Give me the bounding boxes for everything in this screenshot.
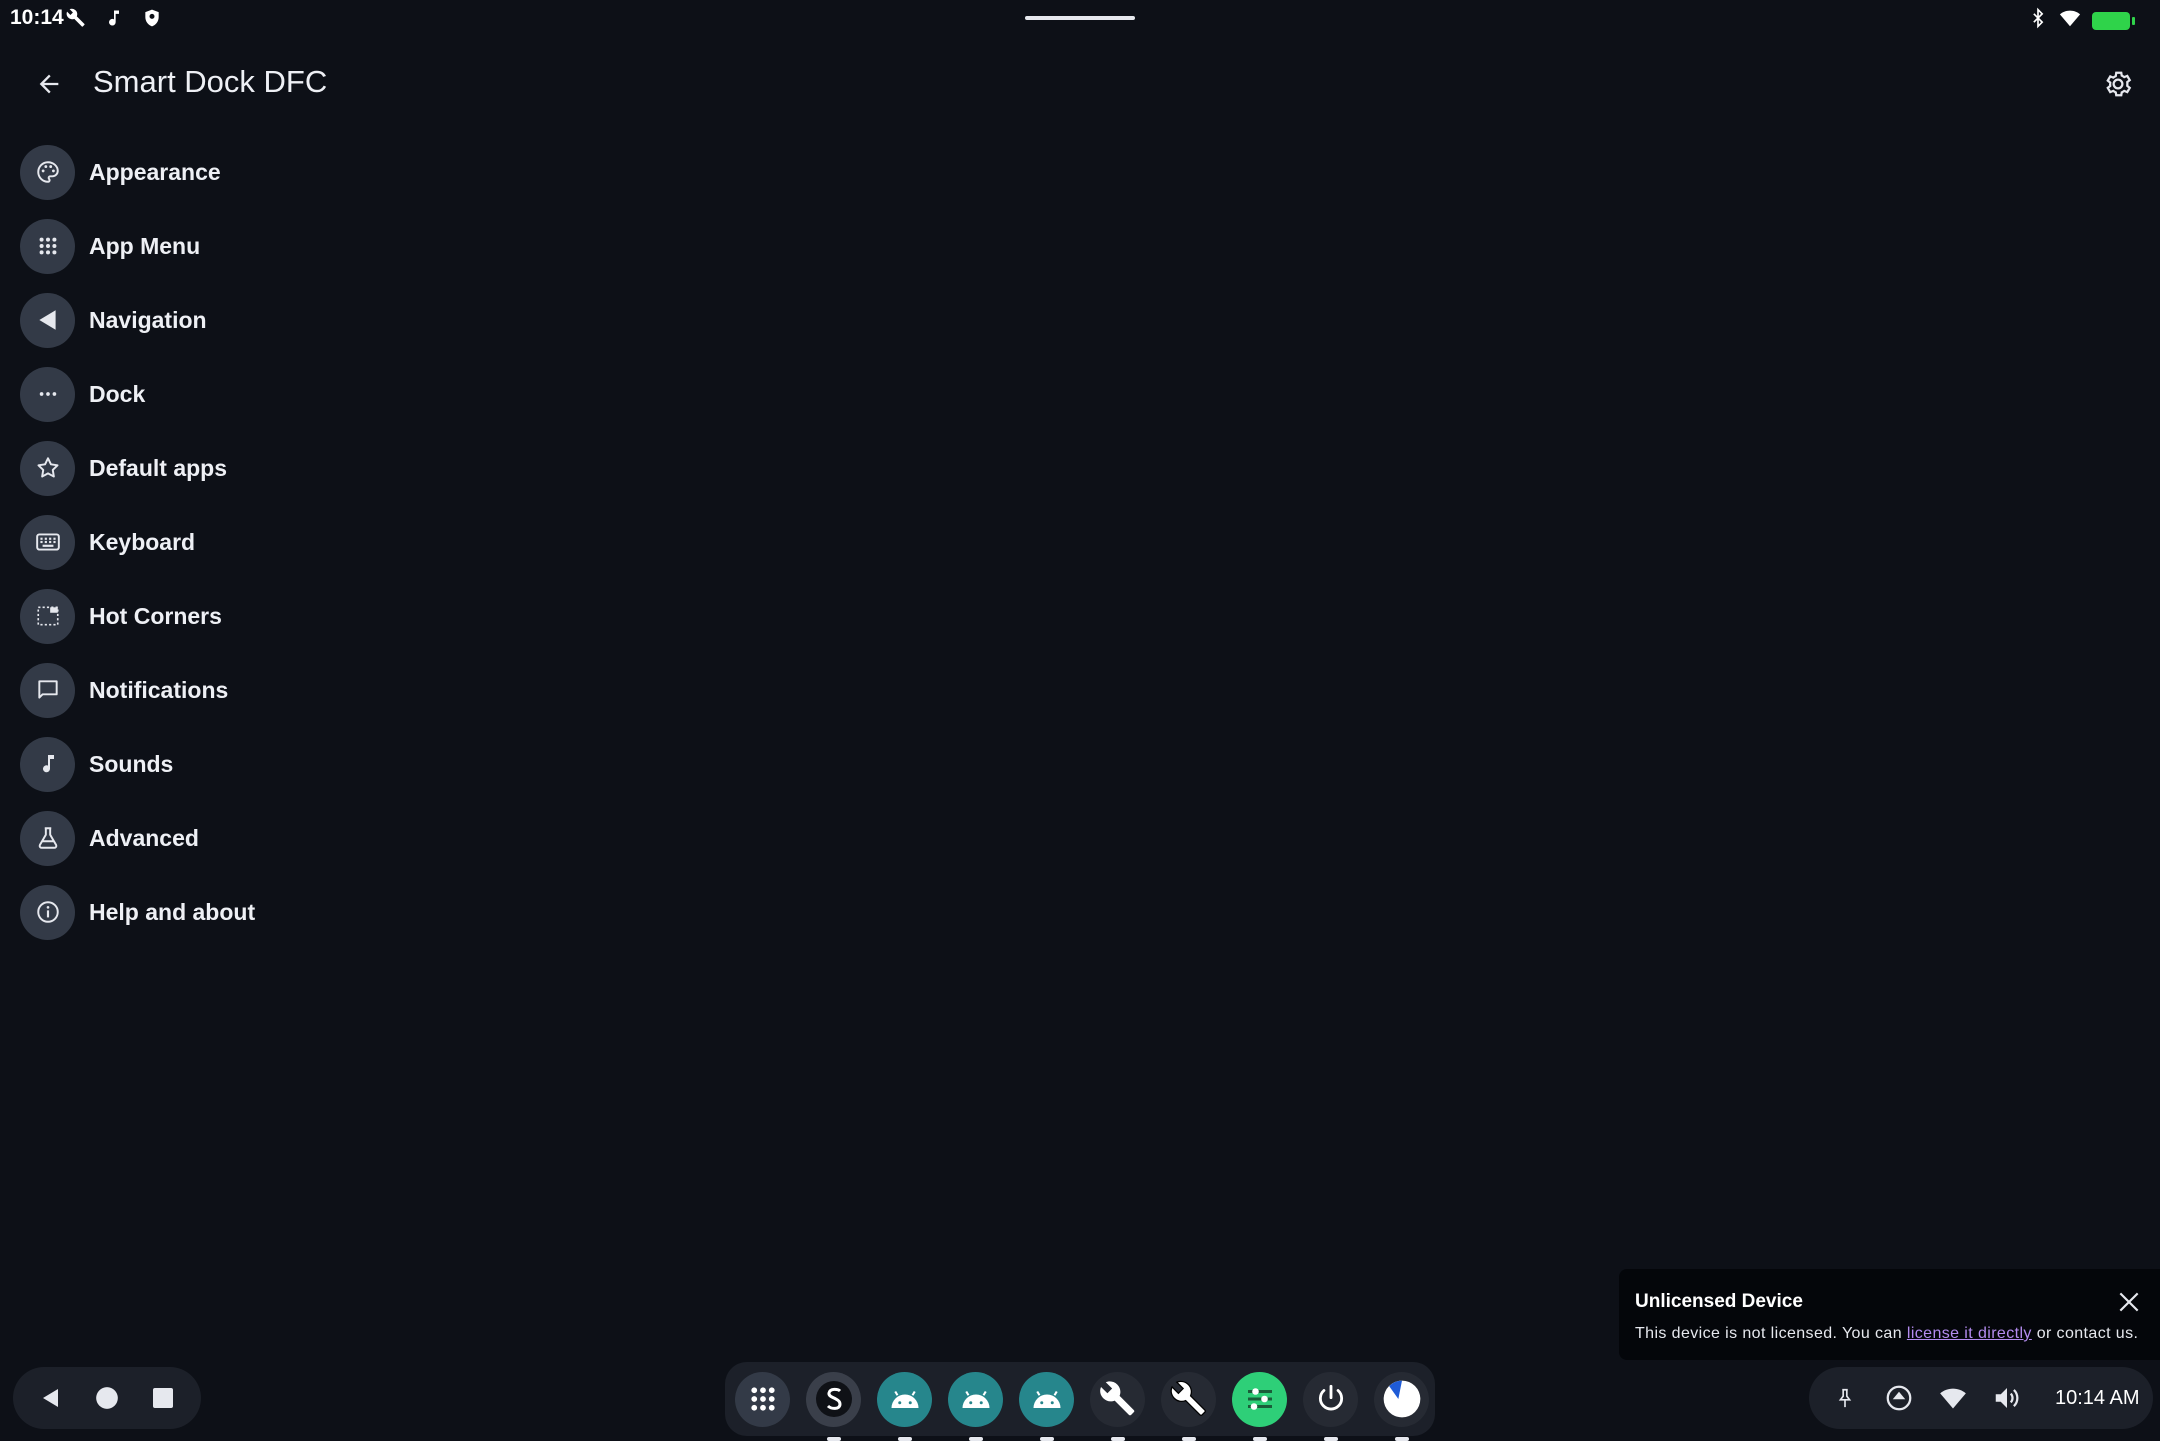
close-icon [2119, 1292, 2139, 1312]
music-note-icon [20, 736, 75, 792]
dock [725, 1362, 1435, 1441]
page-title: Smart Dock DFC [93, 64, 328, 99]
gear-icon [2106, 71, 2132, 97]
dock-app-tools-2[interactable] [1161, 1371, 1216, 1441]
navigation-icon [20, 292, 75, 348]
menu-item-hot-corners[interactable]: Hot Corners [20, 579, 255, 653]
dock-app-settings[interactable] [1232, 1371, 1287, 1441]
sliders-icon [1247, 1388, 1272, 1410]
wifi-icon [1940, 1388, 1966, 1409]
app-bar: Smart Dock DFC [0, 50, 2160, 116]
nav-back-button[interactable] [31, 1378, 71, 1418]
menu-item-notifications[interactable]: Notifications [20, 653, 255, 727]
status-bar: 10:14 [0, 0, 2160, 38]
status-right-icons [2028, 7, 2135, 34]
unlicensed-toast: Unlicensed Device This device is not lic… [1619, 1269, 2160, 1360]
power-icon [1318, 1384, 1343, 1411]
apps-grid-icon [20, 218, 75, 274]
menu-label: Dock [89, 380, 146, 407]
dock-app-android-3[interactable] [1019, 1371, 1074, 1441]
menu-item-dock[interactable]: Dock [20, 357, 255, 431]
menu-item-navigation[interactable]: Navigation [20, 283, 255, 357]
menu-item-default-apps[interactable]: Default apps [20, 431, 255, 505]
toast-title: Unlicensed Device [1635, 1291, 1803, 1312]
dock-app-smart-dock[interactable] [806, 1371, 861, 1441]
menu-item-advanced[interactable]: Advanced [20, 801, 255, 875]
system-tray: 10:14 AM [1809, 1367, 2153, 1429]
nav-home-button[interactable] [87, 1378, 127, 1418]
menu-item-sounds[interactable]: Sounds [20, 727, 255, 801]
menu-label: Keyboard [89, 528, 196, 555]
message-icon [20, 662, 75, 718]
eject-button[interactable] [1879, 1378, 1919, 1418]
dock-app-android-1[interactable] [877, 1371, 932, 1441]
apps-grid-icon [750, 1387, 775, 1411]
volume-icon [1995, 1388, 2019, 1408]
android-icon [962, 1390, 989, 1408]
pin-icon [1838, 1388, 1852, 1408]
wifi-button[interactable] [1933, 1378, 1973, 1418]
arrow-left-icon [39, 74, 59, 94]
square-recents-icon [153, 1388, 173, 1408]
nav-recents-button[interactable] [143, 1378, 183, 1418]
dock-app-drawer[interactable] [735, 1371, 790, 1427]
palette-icon [20, 144, 75, 200]
dock-app-browser[interactable] [1374, 1371, 1429, 1441]
menu-label: Navigation [89, 306, 207, 333]
s-logo-icon [815, 1381, 852, 1417]
menu-item-help-and-about[interactable]: Help and about [20, 875, 255, 949]
drag-handle[interactable] [1025, 16, 1135, 20]
wrench-icon [64, 6, 88, 30]
bluetooth-icon [2028, 7, 2048, 34]
volume-button[interactable] [1987, 1378, 2027, 1418]
settings-menu: Appearance App Menu Navigation Dock Defa… [20, 135, 255, 949]
toast-message-suffix: or contact us. [2031, 1325, 2139, 1342]
dock-app-android-2[interactable] [948, 1371, 1003, 1441]
shield-icon [140, 6, 164, 30]
menu-label: Advanced [89, 824, 199, 851]
more-horizontal-icon [20, 366, 75, 422]
star-icon [20, 440, 75, 496]
music-note-icon [102, 6, 126, 30]
browser-logo-icon [1383, 1380, 1420, 1418]
menu-label: Appearance [89, 158, 221, 185]
circle-up-icon [1886, 1385, 1912, 1411]
menu-label: Sounds [89, 750, 174, 777]
menu-label: Help and about [89, 898, 256, 925]
menu-item-appearance[interactable]: Appearance [20, 135, 255, 209]
android-icon [891, 1390, 918, 1408]
wrench-icon [1170, 1380, 1206, 1416]
wrench-icon [1099, 1381, 1134, 1416]
menu-label: App Menu [89, 232, 201, 259]
keyboard-icon [20, 514, 75, 570]
dock-app-tools-1[interactable] [1090, 1371, 1145, 1441]
info-icon [20, 884, 75, 940]
license-link[interactable]: license it directly [1907, 1325, 2032, 1342]
android-icon [1033, 1390, 1060, 1408]
menu-label: Notifications [89, 676, 229, 703]
status-left-icons [64, 6, 164, 30]
triangle-back-icon [43, 1389, 58, 1407]
menu-item-keyboard[interactable]: Keyboard [20, 505, 255, 579]
tray-clock[interactable]: 10:14 AM [2055, 1387, 2140, 1410]
settings-button[interactable] [2096, 62, 2140, 106]
wifi-icon [2058, 7, 2082, 34]
menu-item-app-menu[interactable]: App Menu [20, 209, 255, 283]
battery-icon [2092, 11, 2135, 30]
toast-message-prefix: This device is not licensed. You can [1635, 1325, 1907, 1342]
flask-icon [20, 810, 75, 866]
menu-label: Default apps [89, 454, 228, 481]
toast-message: This device is not licensed. You can lic… [1635, 1325, 2138, 1343]
back-button[interactable] [26, 62, 72, 106]
menu-label: Hot Corners [89, 602, 222, 629]
dock-app-power[interactable] [1303, 1371, 1358, 1441]
hot-corners-icon [20, 588, 75, 644]
status-time: 10:14 [10, 6, 64, 29]
system-nav-bar [13, 1367, 201, 1429]
circle-home-icon [96, 1387, 118, 1409]
toast-close-button[interactable] [2114, 1287, 2144, 1317]
pin-button[interactable] [1825, 1378, 1865, 1418]
